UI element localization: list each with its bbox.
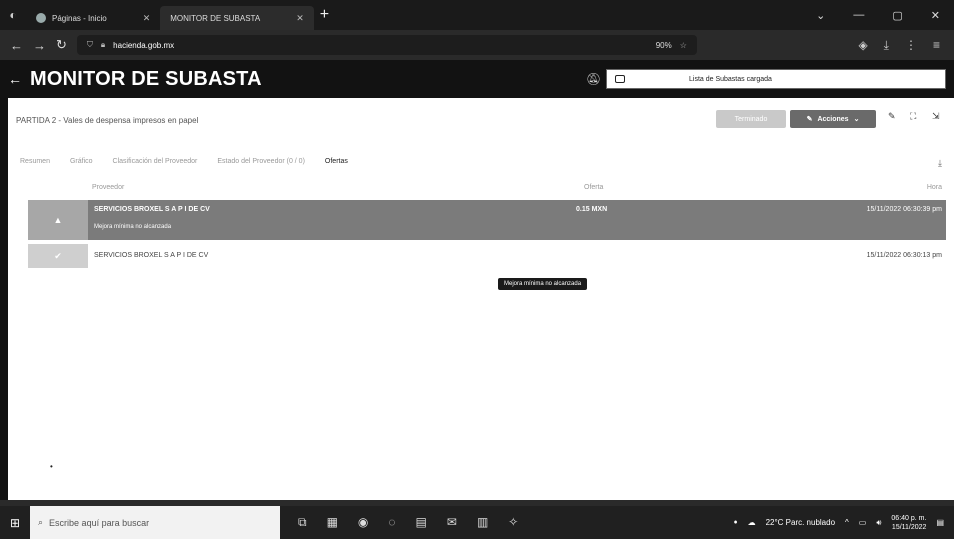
url-bar[interactable]: ⛉ 🔒︎ hacienda.gob.mx 90% ☆	[76, 35, 697, 55]
expand-icon[interactable]: ⛶	[910, 111, 916, 122]
notification-text: Lista de Subastas cargada	[689, 75, 772, 83]
network-icon[interactable]: ▭	[859, 518, 867, 527]
notifications-icon[interactable]: ▤	[936, 518, 944, 527]
notifications-muted-icon[interactable]: 🔕︎	[586, 72, 601, 86]
taskbar-search-box[interactable]: ⌕ Escribe aquí para buscar	[30, 506, 280, 539]
volume-icon[interactable]: 🔊︎	[876, 518, 881, 528]
excel-icon[interactable]: ▤	[416, 515, 427, 530]
view-tabs: Resumen Gráfico Clasificación del Provee…	[16, 158, 946, 174]
shield-icon[interactable]: ⛉	[87, 40, 93, 50]
taskbar: ⊞ ⌕ Escribe aquí para buscar ⧉ ▦ ◉ ◌ ▤ ✉…	[0, 506, 954, 539]
browser-menu-icon[interactable]: ◐	[0, 0, 26, 30]
row-oferta: 0.15 MXN	[576, 206, 608, 213]
search-icon: ⌕	[38, 517, 44, 527]
tab-list-icon[interactable]: ⌄	[816, 9, 825, 22]
pocket-icon[interactable]: ◈	[858, 38, 867, 53]
close-tab-icon[interactable]: ✕	[143, 13, 151, 24]
row-hora: 15/11/2022 06:30:39 pm	[866, 206, 942, 213]
teams-icon[interactable]: ▥	[477, 515, 488, 530]
bookmark-star-icon[interactable]: ☆	[680, 41, 687, 50]
browser-tab-monitor[interactable]: MONITOR DE SUBASTA ✕	[160, 6, 314, 30]
windows-start-icon[interactable]: ⊞	[0, 506, 30, 539]
minimize-icon[interactable]: —	[853, 9, 864, 21]
table-row[interactable]: ✔ SERVICIOS BROXEL S A P I DE CV 15/11/2…	[28, 244, 946, 268]
row-proveedor: SERVICIOS BROXEL S A P I DE CV	[94, 206, 210, 213]
extensions-icon[interactable]: ⋮	[905, 38, 917, 53]
site-favicon-icon	[36, 13, 46, 23]
tray-chevron-icon[interactable]: ^	[845, 518, 849, 527]
clock-time: 06:40 p. m.	[891, 514, 927, 522]
column-proveedor[interactable]: Proveedor	[92, 184, 124, 191]
column-hora[interactable]: Hora	[927, 184, 942, 191]
window-controls: ⌄ — ▢ ✕	[816, 0, 954, 30]
close-tab-icon[interactable]: ✕	[296, 13, 304, 24]
tab-grafico[interactable]: Gráfico	[70, 158, 93, 174]
maximize-icon[interactable]: ▢	[892, 9, 902, 22]
row-hora: 15/11/2022 06:30:13 pm	[866, 252, 942, 259]
message-icon	[615, 75, 625, 83]
edit-icon[interactable]: ✎	[888, 111, 896, 122]
clock-date: 15/11/2022	[891, 523, 927, 531]
close-window-icon[interactable]: ✕	[931, 9, 940, 22]
chevron-down-icon: ⌄	[853, 116, 860, 123]
user-icon[interactable]: ꔷ	[734, 518, 738, 528]
acciones-label: Acciones	[817, 115, 849, 123]
column-oferta[interactable]: Oferta	[584, 184, 603, 191]
download-icon[interactable]: ⤓	[884, 38, 889, 53]
app-icon[interactable]: ✧	[508, 515, 518, 530]
firefox-icon[interactable]: ◉	[358, 515, 368, 530]
wrench-icon: ✎	[806, 116, 813, 123]
task-view-icon[interactable]: ⧉	[298, 515, 307, 530]
back-icon[interactable]: ←	[10, 38, 23, 53]
app-header: ← MONITOR DE SUBASTA 🔕︎ Lista de Subasta…	[0, 60, 954, 98]
clock[interactable]: 06:40 p. m. 15/11/2022	[891, 514, 926, 532]
partida-title: PARTIDA 2 - Vales de despensa impresos e…	[16, 116, 199, 125]
main-content: PARTIDA 2 - Vales de despensa impresos e…	[8, 98, 954, 500]
edge-icon[interactable]: ◌	[388, 515, 395, 530]
tab-ofertas[interactable]: Ofertas	[325, 158, 348, 174]
weather-text[interactable]: 22°C Parc. nublado	[766, 518, 835, 527]
forward-icon[interactable]: →	[33, 38, 46, 53]
browser-tab-inicio[interactable]: Páginas - Inicio ✕	[26, 6, 160, 30]
browser-tab-label: MONITOR DE SUBASTA	[170, 13, 261, 23]
tooltip: Mejora mínima no alcanzada	[498, 278, 588, 290]
collapse-icon[interactable]: ⇲	[932, 111, 940, 122]
menu-icon[interactable]: ≡	[933, 38, 940, 53]
mouse-cursor-icon: •	[50, 462, 53, 471]
table-header: Proveedor Oferta Hora	[16, 184, 946, 196]
zoom-level[interactable]: 90%	[656, 41, 672, 50]
search-placeholder: Escribe aquí para buscar	[49, 517, 150, 528]
app-back-button[interactable]: ←	[0, 71, 30, 87]
new-tab-button[interactable]: +	[320, 6, 329, 24]
lock-icon[interactable]: 🔒︎	[101, 40, 105, 50]
file-explorer-icon[interactable]: ▦	[327, 515, 338, 530]
system-tray: ꔷ ☁ 22°C Parc. nublado ^ ▭ 🔊︎ 06:40 p. m…	[734, 514, 954, 532]
export-download-icon[interactable]: ⤓	[938, 158, 942, 169]
page-title: MONITOR DE SUBASTA	[30, 67, 262, 90]
browser-toolbar-right: ◈ ⤓ ⋮ ≡	[858, 38, 954, 53]
weather-icon[interactable]: ☁	[748, 518, 756, 527]
acciones-button[interactable]: ✎ Acciones ⌄	[790, 110, 876, 128]
tab-resumen[interactable]: Resumen	[20, 158, 50, 174]
outlook-icon[interactable]: ✉	[447, 515, 457, 530]
terminado-button[interactable]: Terminado	[716, 110, 786, 128]
row-status-note: Mejora mínima no alcanzada	[94, 224, 172, 230]
tab-estado-proveedor[interactable]: Estado del Proveedor (0 / 0)	[217, 158, 305, 174]
reload-icon[interactable]: ↻	[56, 37, 67, 53]
warning-icon: ▲	[28, 200, 88, 240]
browser-tab-label: Páginas - Inicio	[52, 13, 107, 23]
taskbar-apps: ⧉ ▦ ◉ ◌ ▤ ✉ ▥ ✧	[280, 515, 518, 530]
browser-tab-strip: ◐ Páginas - Inicio ✕ MONITOR DE SUBASTA …	[0, 0, 954, 30]
table-row[interactable]: ▲ SERVICIOS BROXEL S A P I DE CV Mejora …	[28, 200, 946, 240]
row-proveedor: SERVICIOS BROXEL S A P I DE CV	[94, 252, 209, 259]
url-host: hacienda.gob.mx	[113, 40, 175, 50]
notification-toast: Lista de Subastas cargada	[606, 69, 946, 89]
tab-clasificacion[interactable]: Clasificación del Proveedor	[113, 158, 198, 174]
check-icon: ✔	[28, 244, 88, 268]
browser-nav-bar: ← → ↻ ⛉ 🔒︎ hacienda.gob.mx 90% ☆ ◈ ⤓ ⋮ ≡	[0, 30, 954, 60]
